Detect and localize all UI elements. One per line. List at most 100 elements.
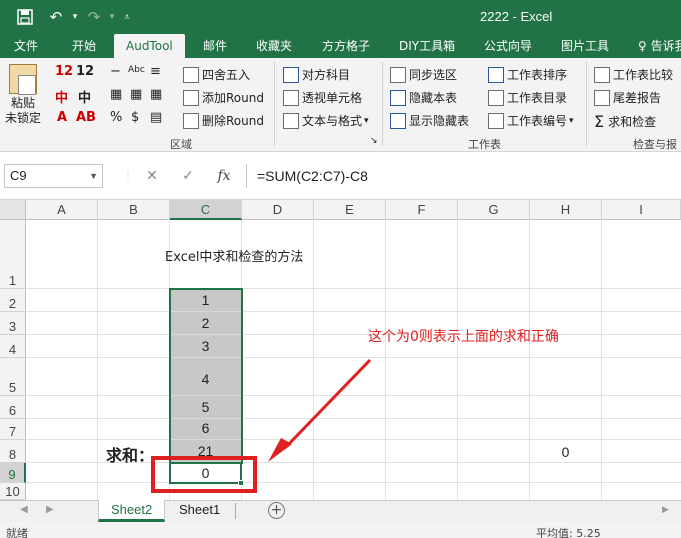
- ribbon-separator: [274, 62, 275, 146]
- name-box[interactable]: C9 ▼: [4, 164, 103, 188]
- perspective-label: 透视单元格: [302, 91, 363, 105]
- chinese-format-button[interactable]: 中: [55, 87, 68, 106]
- name-box-value: C9: [10, 168, 27, 183]
- percent-button[interactable]: %: [110, 110, 122, 125]
- delete-round-label: 删除Round: [202, 114, 264, 128]
- equals-icon[interactable]: ≡: [150, 64, 161, 79]
- sum-check-button[interactable]: Σ 求和检查: [594, 112, 656, 131]
- dialog-launcher-icon[interactable]: ↘: [370, 136, 378, 146]
- sheet-tab-bar: ◀ ▶ Sheet2 Sheet1 + ▶: [0, 500, 681, 522]
- customize-icon[interactable]: ⩡: [116, 6, 138, 28]
- chevron-down-icon: ▾: [364, 115, 369, 126]
- hide-sheet-button[interactable]: 隐藏本表: [390, 89, 457, 106]
- show-hidden-label: 显示隐藏表: [409, 114, 470, 128]
- calculator-icon[interactable]: ▤: [150, 110, 162, 125]
- tell-me-label: 告诉我: [650, 39, 681, 53]
- add-round-icon: [183, 89, 199, 106]
- numbering-icon: [488, 112, 504, 129]
- sync-label: 同步选区: [409, 68, 458, 82]
- diff-report-button[interactable]: 尾差报告: [594, 89, 661, 106]
- hide-sheet-icon: [390, 89, 406, 106]
- compare-account-button[interactable]: 对方科目: [283, 66, 350, 83]
- lightbulb-icon: ♀: [638, 39, 647, 53]
- sheet-compare-button[interactable]: 工作表比较: [594, 66, 673, 83]
- text-format-icon: [283, 112, 299, 129]
- status-average: 平均值: 5.25: [536, 527, 601, 538]
- save-icon[interactable]: [14, 6, 36, 28]
- dollar-button[interactable]: $: [131, 110, 139, 125]
- status-ready: 就绪: [6, 527, 28, 538]
- show-hidden-icon: [390, 112, 406, 129]
- ab-button[interactable]: AB: [76, 110, 96, 125]
- clear-a-button[interactable]: A: [57, 110, 67, 125]
- round45-button[interactable]: 四舍五入: [183, 66, 250, 83]
- window-title: 2222 - Excel: [480, 9, 553, 24]
- border-grid-icon[interactable]: ▦: [110, 87, 122, 102]
- tab-diy-toolbox[interactable]: DIY工具箱: [399, 34, 455, 58]
- add-sheet-icon[interactable]: +: [268, 502, 285, 519]
- tab-audtool[interactable]: AudTool: [114, 34, 185, 58]
- show-hidden-button[interactable]: 显示隐藏表: [390, 112, 469, 129]
- tab-formula-wizard[interactable]: 公式向导: [484, 34, 532, 58]
- more-icon: ⋮: [123, 170, 133, 181]
- worksheet-grid[interactable]: A B C D E F G H I 1 2 3 4 5 6 7 8 9 10 E…: [0, 200, 681, 500]
- unlock-label: 未锁定: [4, 111, 41, 125]
- ribbon-separator: [586, 62, 587, 146]
- directory-icon: [488, 89, 504, 106]
- sync-selection-button[interactable]: 同步选区: [390, 66, 457, 83]
- chinese-char-button[interactable]: 中: [78, 87, 91, 106]
- perspective-cell-button[interactable]: 透视单元格: [283, 89, 362, 106]
- next-sheet-icon[interactable]: ▶: [46, 504, 54, 515]
- sheet-compare-icon: [594, 66, 610, 83]
- group-label-range: 区域: [170, 138, 192, 151]
- tab-ffcell[interactable]: 方方格子: [322, 34, 370, 58]
- add-round-label: 添加Round: [202, 91, 264, 105]
- paste-button[interactable]: 粘贴 未锁定: [4, 64, 42, 126]
- paste-icon: [9, 64, 37, 95]
- group-label-sheet: 工作表: [468, 138, 501, 151]
- enter-icon[interactable]: ✓: [178, 166, 198, 186]
- delete-round-button[interactable]: 删除Round: [183, 112, 264, 129]
- annotation-arrow: [268, 358, 372, 462]
- text-format-label: 文本与格式: [302, 114, 363, 128]
- chevron-down-icon: ▾: [569, 115, 574, 126]
- sheet-numbering-button[interactable]: 工作表编号 ▾: [488, 112, 574, 129]
- delete-round-icon: [183, 112, 199, 129]
- cancel-icon[interactable]: ✕: [142, 166, 162, 186]
- tab-picture-tools[interactable]: 图片工具: [561, 34, 609, 58]
- border-grid3-icon[interactable]: ▦: [150, 87, 162, 102]
- text-format-button[interactable]: 文本与格式 ▾: [283, 112, 369, 129]
- number-12-button[interactable]: 12: [76, 64, 94, 79]
- scroll-right-icon[interactable]: ▶: [662, 505, 669, 515]
- compare-icon: [283, 66, 299, 83]
- abc-button[interactable]: Abc: [128, 65, 145, 75]
- formula-input[interactable]: =SUM(C2:C7)-C8: [246, 164, 681, 188]
- sheet-directory-button[interactable]: 工作表目录: [488, 89, 567, 106]
- tab-favorites[interactable]: 收藏夹: [256, 34, 292, 58]
- border-grid2-icon[interactable]: ▦: [130, 87, 142, 102]
- hide-sheet-label: 隐藏本表: [409, 91, 458, 105]
- minus-icon[interactable]: −: [110, 64, 121, 79]
- sheet-sort-button[interactable]: 工作表排序: [488, 66, 567, 83]
- compare-label: 对方科目: [302, 68, 351, 82]
- add-round-button[interactable]: 添加Round: [183, 89, 264, 106]
- sync-icon: [390, 66, 406, 83]
- sheet-directory-label: 工作表目录: [507, 91, 568, 105]
- sigma-icon: Σ: [594, 112, 605, 131]
- number-format-button[interactable]: 12: [55, 64, 73, 79]
- highlight-box: [151, 456, 257, 493]
- chevron-down-icon[interactable]: ▼: [89, 165, 98, 187]
- tab-tell-me[interactable]: ♀ 告诉我: [638, 34, 681, 58]
- tab-file[interactable]: 文件: [14, 34, 38, 58]
- tab-home[interactable]: 开始: [72, 34, 96, 58]
- prev-sheet-icon[interactable]: ◀: [20, 504, 28, 515]
- group-label-check: 检查与报: [633, 138, 677, 151]
- sheet-tab-sheet1[interactable]: Sheet1: [167, 500, 232, 522]
- round-icon: [183, 66, 199, 83]
- sheet-tab-sheet2[interactable]: Sheet2: [98, 500, 166, 522]
- status-bar: 就绪 平均值: 5.25: [0, 522, 681, 538]
- tab-mail[interactable]: 邮件: [203, 34, 227, 58]
- tab-separator: [235, 503, 236, 519]
- insert-function-icon[interactable]: fx: [214, 166, 234, 186]
- ribbon: 粘贴 未锁定 12 12 中 中 A AB − Abc ≡ ▦ ▦ ▦ % $ …: [0, 58, 681, 152]
